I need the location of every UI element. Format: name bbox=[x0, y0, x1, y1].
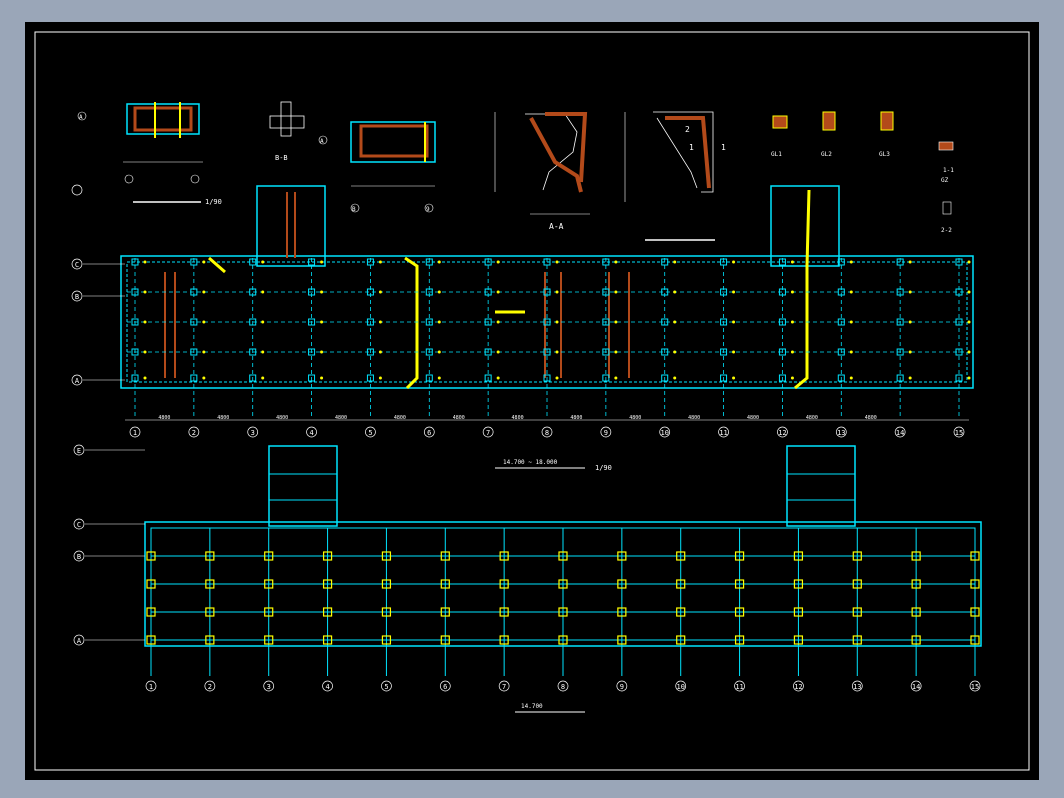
upper-floor-plan: 1480024800348004480054800648007480084800… bbox=[71, 184, 974, 438]
label-2-2: 2-2 bbox=[941, 227, 952, 234]
lower-axis-label: 15 bbox=[971, 683, 979, 691]
detail-num-1b: 1 bbox=[721, 143, 726, 152]
upper-axis-label: 12 bbox=[778, 429, 786, 437]
upper-axis-label: 5 bbox=[368, 429, 372, 437]
upper-row-label: B bbox=[75, 293, 79, 301]
grid-ref-9: 9 bbox=[426, 206, 430, 213]
upper-axis-label: 13 bbox=[837, 429, 845, 437]
lower-plan-title: 14.700 ~ 18.000 bbox=[503, 459, 558, 466]
lower-axis-label: 1 bbox=[149, 683, 153, 691]
lower-axis-label: 10 bbox=[676, 683, 684, 691]
upper-row-label: C bbox=[75, 261, 79, 269]
lower-axis-label: 14 bbox=[912, 683, 920, 691]
lower-row-label: B bbox=[77, 553, 81, 561]
detail-foundation-2: A B 9 bbox=[318, 121, 436, 213]
lower-axis-label: 6 bbox=[443, 683, 447, 691]
detail-aa: A-A bbox=[494, 112, 590, 231]
upper-stair-tower-left bbox=[256, 185, 326, 267]
lower-plan-scale: 1/90 bbox=[595, 464, 612, 472]
lower-axis-label: 11 bbox=[735, 683, 743, 691]
lower-row-label: E bbox=[77, 447, 81, 455]
grid-ref-b: B bbox=[352, 206, 356, 213]
lower-axis-label: 7 bbox=[502, 683, 506, 691]
label-gl2: GL2 bbox=[821, 151, 832, 158]
lower-floor-plan: 14.700 ~ 18.000 1/90 14.700 1 2 3 4 5 6 7 8 9 10 1… bbox=[73, 444, 982, 713]
lower-axis-label: 8 bbox=[561, 683, 565, 691]
label-1-1: 1-1 bbox=[943, 167, 954, 174]
upper-axis-label: 2 bbox=[192, 429, 196, 437]
cad-canvas[interactable]: A B-B A B 9 A-A 2 1 1 GL1 GL2 GL3 GZ 2-2… bbox=[25, 22, 1039, 780]
upper-plan-scale: 1/90 bbox=[205, 198, 222, 206]
detail-bb: B-B bbox=[269, 101, 305, 162]
detail-num-1: 1 bbox=[689, 143, 694, 152]
lower-row-label: A bbox=[77, 637, 82, 645]
lower-axis-label: 5 bbox=[384, 683, 388, 691]
upper-axis-label: 14 bbox=[896, 429, 904, 437]
label-gl3: GL3 bbox=[879, 151, 890, 158]
lower-axis-label: 12 bbox=[794, 683, 802, 691]
upper-axis-label: 1 bbox=[133, 429, 137, 437]
lower-axis-label: 13 bbox=[853, 683, 861, 691]
grid-ref-a: A bbox=[79, 114, 83, 121]
lower-row-label: C bbox=[77, 521, 81, 529]
label-gl1: GL1 bbox=[771, 151, 782, 158]
upper-row-label: A bbox=[75, 377, 80, 385]
detail-foundation-1: A bbox=[77, 102, 203, 184]
upper-axis-label: 8 bbox=[545, 429, 549, 437]
upper-axis-label: 10 bbox=[660, 429, 668, 437]
lower-plan-note: 14.700 bbox=[521, 703, 543, 710]
upper-axis-label: 11 bbox=[719, 429, 727, 437]
cad-drawing-viewport[interactable]: A B-B A B 9 A-A 2 1 1 GL1 GL2 GL3 GZ 2-2… bbox=[25, 22, 1039, 780]
detail-gl-series: GL1 GL2 GL3 GZ 2-2 1-1 bbox=[771, 111, 954, 234]
lower-axis-label: 4 bbox=[325, 683, 329, 691]
label-bb: B-B bbox=[275, 154, 288, 162]
upper-axis-label: 15 bbox=[955, 429, 963, 437]
grid-ref-a2: A bbox=[320, 138, 324, 145]
drawing-border bbox=[34, 31, 1030, 771]
upper-axis-label: 6 bbox=[427, 429, 431, 437]
detail-num-2: 2 bbox=[685, 125, 690, 134]
lower-axis-label: 2 bbox=[208, 683, 212, 691]
upper-axis-label: 4 bbox=[309, 429, 313, 437]
detail-stair: 2 1 1 bbox=[624, 111, 726, 241]
upper-stair-tower-right bbox=[770, 185, 840, 267]
upper-axis-label: 9 bbox=[604, 429, 608, 437]
lower-axis-label: 3 bbox=[267, 683, 271, 691]
lower-axis-label: 9 bbox=[620, 683, 624, 691]
lower-stair-tower-left bbox=[268, 445, 338, 527]
lower-stair-tower-right bbox=[786, 445, 856, 527]
label-gz: GZ bbox=[941, 177, 949, 184]
upper-axis-label: 7 bbox=[486, 429, 490, 437]
upper-axis-label: 3 bbox=[251, 429, 255, 437]
label-aa: A-A bbox=[549, 222, 564, 231]
